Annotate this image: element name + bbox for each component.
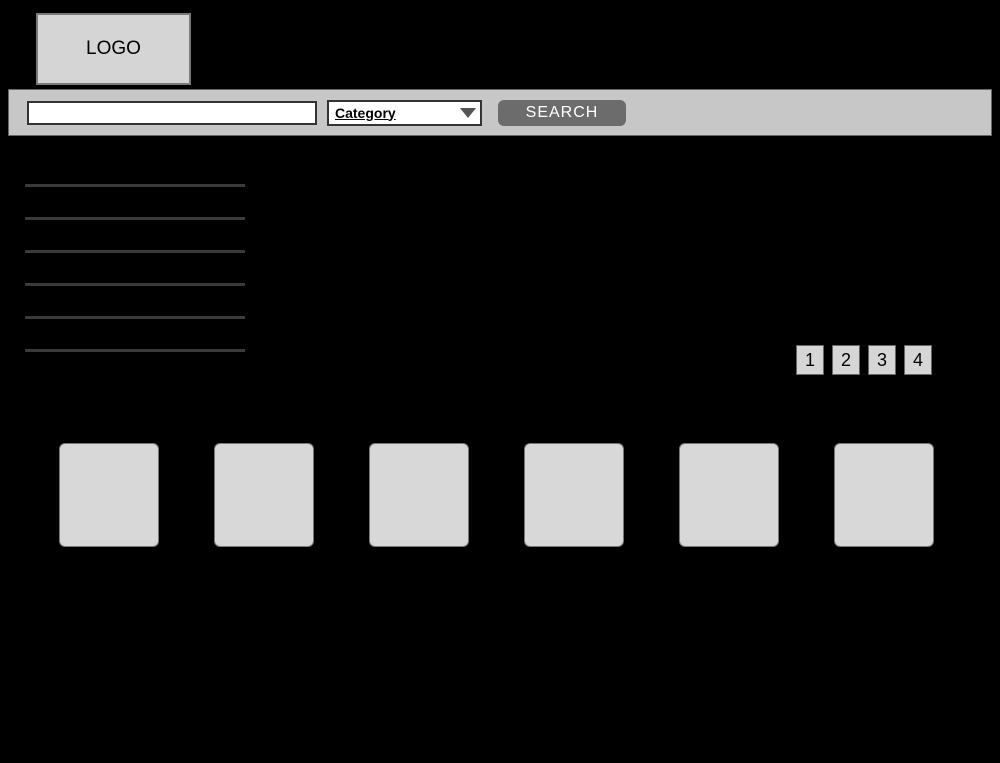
page-number: 2 (841, 350, 851, 371)
page-button-4[interactable]: 4 (904, 345, 932, 375)
pagination: 1 2 3 4 (796, 345, 932, 375)
product-tile[interactable] (679, 443, 779, 547)
sidebar-link[interactable] (25, 184, 245, 187)
search-button-label: SEARCH (526, 104, 599, 121)
chevron-down-icon (460, 108, 476, 118)
page-button-2[interactable]: 2 (832, 345, 860, 375)
logo-label: LOGO (86, 38, 141, 60)
page-number: 4 (913, 350, 923, 371)
sidebar-link[interactable] (25, 250, 245, 253)
sidebar-link[interactable] (25, 316, 245, 319)
product-tile[interactable] (834, 443, 934, 547)
search-bar: Category SEARCH (8, 89, 992, 136)
category-select[interactable]: Category (327, 100, 482, 126)
product-tile[interactable] (369, 443, 469, 547)
search-button[interactable]: SEARCH (498, 100, 626, 126)
category-label: Category (335, 105, 396, 121)
product-tiles (59, 443, 934, 547)
sidebar-link[interactable] (25, 283, 245, 286)
sidebar-link[interactable] (25, 349, 245, 352)
sidebar-links (25, 184, 245, 382)
page-number: 1 (805, 350, 815, 371)
page-button-3[interactable]: 3 (868, 345, 896, 375)
search-input[interactable] (27, 101, 317, 125)
page-button-1[interactable]: 1 (796, 345, 824, 375)
sidebar-link[interactable] (25, 217, 245, 220)
page-number: 3 (877, 350, 887, 371)
product-tile[interactable] (59, 443, 159, 547)
product-tile[interactable] (214, 443, 314, 547)
logo[interactable]: LOGO (36, 13, 191, 85)
product-tile[interactable] (524, 443, 624, 547)
